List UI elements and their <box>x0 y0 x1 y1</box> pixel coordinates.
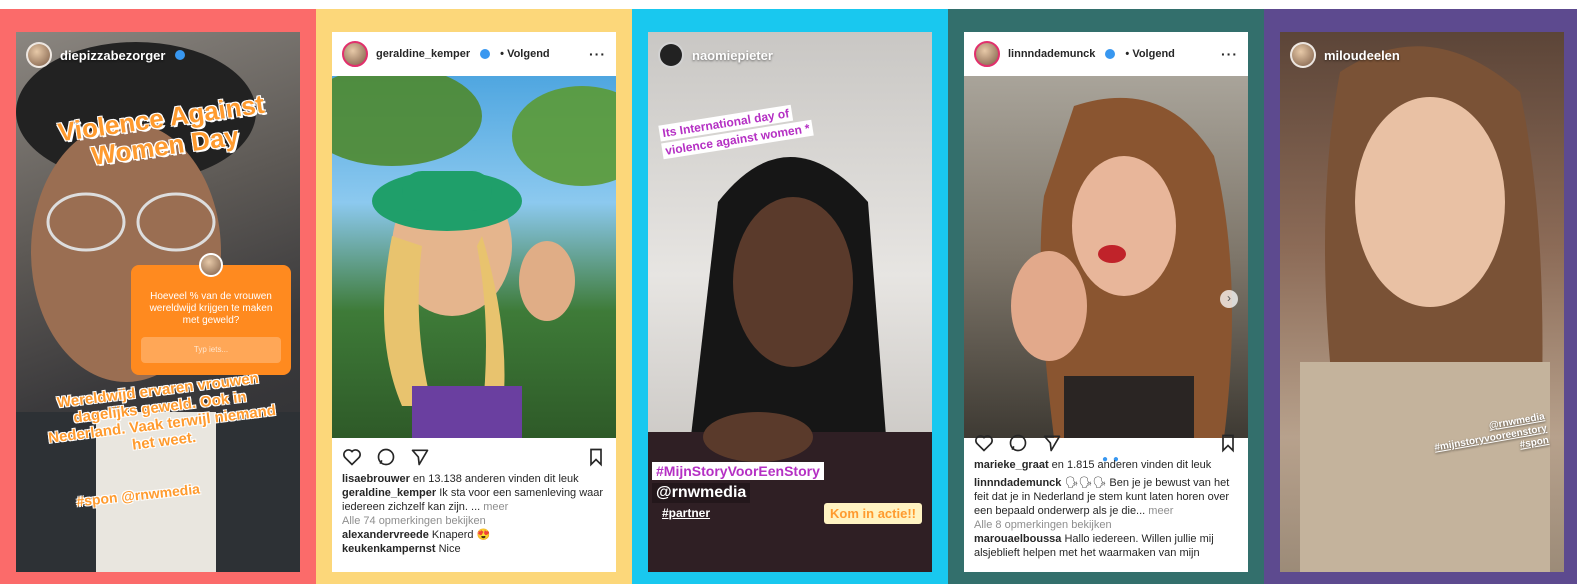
follow-status[interactable]: • Volgend <box>1125 48 1174 60</box>
heart-icon[interactable] <box>342 447 362 467</box>
verified-badge-icon <box>175 50 186 60</box>
story-partner-tag[interactable]: #partner <box>662 506 710 520</box>
post-username[interactable]: linnndademunck <box>1008 48 1095 60</box>
comment-username[interactable]: keukenkampernst <box>342 543 436 555</box>
bookmark-icon[interactable] <box>1218 433 1238 453</box>
story-panel-diepizzabezorger: diepizzabezorger Violence Against Women … <box>0 9 316 584</box>
post-actions <box>342 446 606 468</box>
likes-line[interactable]: lisaebrouwer en 13.138 anderen vinden di… <box>342 472 606 486</box>
question-input[interactable]: Typ iets... <box>141 337 281 363</box>
question-text: Hoeveel % van de vrouwen wereldwijd krij… <box>149 291 273 326</box>
story-header: diepizzabezorger <box>26 42 187 68</box>
likes-username[interactable]: marieke_graat <box>974 459 1049 471</box>
post-panel-geraldine-kemper: geraldine_kemper • Volgend ··· lisaebrou… <box>316 9 632 584</box>
share-icon[interactable] <box>1042 433 1062 453</box>
verified-badge-icon <box>1105 49 1116 59</box>
story-hashtag[interactable]: #MijnStoryVoorEenStory <box>652 462 824 480</box>
call-to-action-sticker[interactable]: Kom in actie!! <box>824 503 922 524</box>
caption-username[interactable]: linnndademunck <box>974 477 1061 489</box>
likes-line[interactable]: marieke_graat en 1.815 anderen vinden di… <box>974 458 1238 472</box>
more-options-icon[interactable]: ··· <box>589 46 606 62</box>
comment: keukenkampernst Nice <box>342 542 606 556</box>
question-avatar <box>199 253 223 277</box>
likes-text: en 13.138 anderen vinden dit leuk <box>409 473 579 485</box>
avatar[interactable] <box>1290 42 1316 68</box>
view-comments-link[interactable]: Alle 8 opmerkingen bekijken <box>974 518 1238 532</box>
post-screen: linnndademunck • Volgend ··· › ● ● marie… <box>964 32 1248 572</box>
follow-status[interactable]: • Volgend <box>500 48 549 60</box>
avatar[interactable] <box>658 42 684 68</box>
likes-text: en 1.815 anderen vinden dit leuk <box>1048 459 1212 471</box>
story-panel-naomiepieter: naomiepieter Its International day of vi… <box>632 9 948 584</box>
avatar[interactable] <box>342 41 368 67</box>
caption-more-link[interactable]: meer <box>483 501 508 513</box>
story-panel-miloudeelen: miloudeelen @rnwmedia #mijnstoryvooreens… <box>1264 9 1577 584</box>
story-screen: miloudeelen @rnwmedia #mijnstoryvooreens… <box>1280 32 1564 572</box>
post-photo[interactable]: › <box>964 76 1248 438</box>
verified-badge-icon <box>480 49 491 59</box>
caption: linnndademunck 🗣🗣🗣 Ben je je bewust van … <box>974 476 1238 518</box>
post-header: linnndademunck • Volgend ··· <box>964 32 1248 76</box>
photo-illustration <box>332 76 616 438</box>
post-screen: geraldine_kemper • Volgend ··· lisaebrou… <box>332 32 616 572</box>
story-screen: naomiepieter Its International day of vi… <box>648 32 932 572</box>
story-header: miloudeelen <box>1290 42 1400 68</box>
post-actions <box>974 432 1238 454</box>
view-comments-link[interactable]: Alle 74 opmerkingen bekijken <box>342 514 606 528</box>
post-panel-linnndademunck: linnndademunck • Volgend ··· › ● ● marie… <box>948 9 1264 584</box>
avatar[interactable] <box>26 42 52 68</box>
story-username[interactable]: miloudeelen <box>1324 48 1400 63</box>
comment-text: Knaperd 😍 <box>428 529 491 541</box>
comment-username[interactable]: marouaelboussa <box>974 533 1061 545</box>
carousel-next-icon[interactable]: › <box>1220 290 1238 308</box>
post-text: lisaebrouwer en 13.138 anderen vinden di… <box>342 472 606 556</box>
comment-username[interactable]: alexandervreede <box>342 529 429 541</box>
avatar[interactable] <box>974 41 1000 67</box>
comment-icon[interactable] <box>376 447 396 467</box>
likes-username[interactable]: lisaebrouwer <box>342 473 410 485</box>
post-header: geraldine_kemper • Volgend ··· <box>332 32 616 76</box>
story-mention[interactable]: @rnwmedia <box>652 483 751 503</box>
comment: marouaelboussa Hallo iedereen. Willen ju… <box>974 532 1238 560</box>
story-username[interactable]: diepizzabezorger <box>60 48 165 63</box>
photo-illustration <box>1011 97 1232 438</box>
post-username[interactable]: geraldine_kemper <box>376 48 470 60</box>
question-sticker[interactable]: Hoeveel % van de vrouwen wereldwijd krij… <box>131 253 291 375</box>
story-username[interactable]: naomiepieter <box>692 48 773 63</box>
post-photo[interactable] <box>332 76 616 438</box>
heart-icon[interactable] <box>974 433 994 453</box>
story-header: naomiepieter <box>658 42 773 68</box>
comment-icon[interactable] <box>1008 433 1028 453</box>
bookmark-icon[interactable] <box>586 447 606 467</box>
story-photo <box>1300 46 1550 572</box>
post-text: marieke_graat en 1.815 anderen vinden di… <box>974 458 1238 560</box>
comment-text: Nice <box>435 543 461 555</box>
caption-more-link[interactable]: meer <box>1148 505 1173 517</box>
story-screen: diepizzabezorger Violence Against Women … <box>16 32 300 572</box>
caption-username[interactable]: geraldine_kemper <box>342 487 436 499</box>
caption: geraldine_kemper Ik sta voor een samenle… <box>342 486 606 514</box>
comment: alexandervreede Knaperd 😍 <box>342 528 606 542</box>
more-options-icon[interactable]: ··· <box>1221 46 1238 62</box>
share-icon[interactable] <box>410 447 430 467</box>
